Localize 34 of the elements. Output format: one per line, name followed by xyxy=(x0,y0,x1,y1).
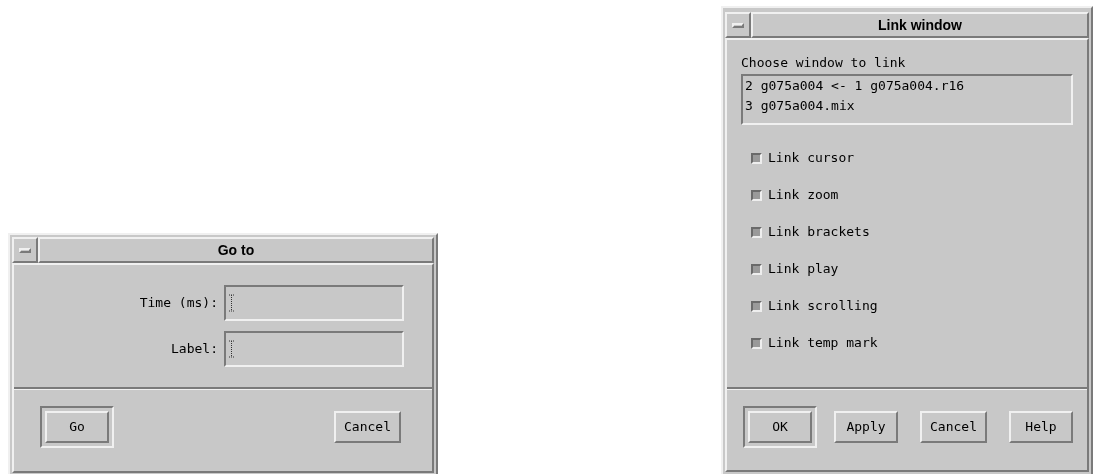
checkbox[interactable] xyxy=(751,300,762,312)
checkbox-label: Link zoom xyxy=(768,186,839,205)
input-field[interactable] xyxy=(224,331,404,367)
window-title: Link window xyxy=(751,12,1089,38)
window-menu-button[interactable] xyxy=(725,12,751,38)
dialog-button[interactable]: Cancel xyxy=(920,411,987,443)
window-list[interactable]: 2 g075a004 <- 1 g075a004.r16 3 g075a004.mix xyxy=(741,74,1073,125)
dialog-button[interactable]: Cancel xyxy=(334,411,401,443)
text-cursor-icon xyxy=(229,340,234,358)
text-cursor-icon xyxy=(229,294,234,312)
window-title: Go to xyxy=(38,237,434,263)
checkbox-label: Link cursor xyxy=(768,149,855,168)
list-label: Choose window to link xyxy=(741,54,907,72)
minus-icon xyxy=(19,247,31,253)
checkbox[interactable] xyxy=(751,263,762,275)
list-item[interactable]: 3 g075a004.mix xyxy=(745,96,1069,116)
dialog-button[interactable]: Apply xyxy=(834,411,898,443)
input-field[interactable] xyxy=(224,285,404,321)
checkbox[interactable] xyxy=(751,226,762,238)
field-label: Label: xyxy=(171,340,218,359)
checkbox-label: Link play xyxy=(768,260,839,279)
dialog-button[interactable]: OK xyxy=(748,411,812,443)
minus-icon xyxy=(732,22,744,28)
checkbox[interactable] xyxy=(751,152,762,164)
field-label: Time (ms): xyxy=(139,294,218,313)
checkbox[interactable] xyxy=(751,189,762,201)
checkbox[interactable] xyxy=(751,337,762,349)
list-item[interactable]: 2 g075a004 <- 1 g075a004.r16 xyxy=(745,76,1069,96)
dialog-button[interactable]: Help xyxy=(1008,411,1073,443)
checkbox-label: Link scrolling xyxy=(768,297,878,316)
checkbox-label: Link brackets xyxy=(768,223,870,242)
dialog-button[interactable]: Go xyxy=(45,411,109,443)
window-menu-button[interactable] xyxy=(12,237,38,263)
checkbox-label: Link temp mark xyxy=(768,334,878,353)
